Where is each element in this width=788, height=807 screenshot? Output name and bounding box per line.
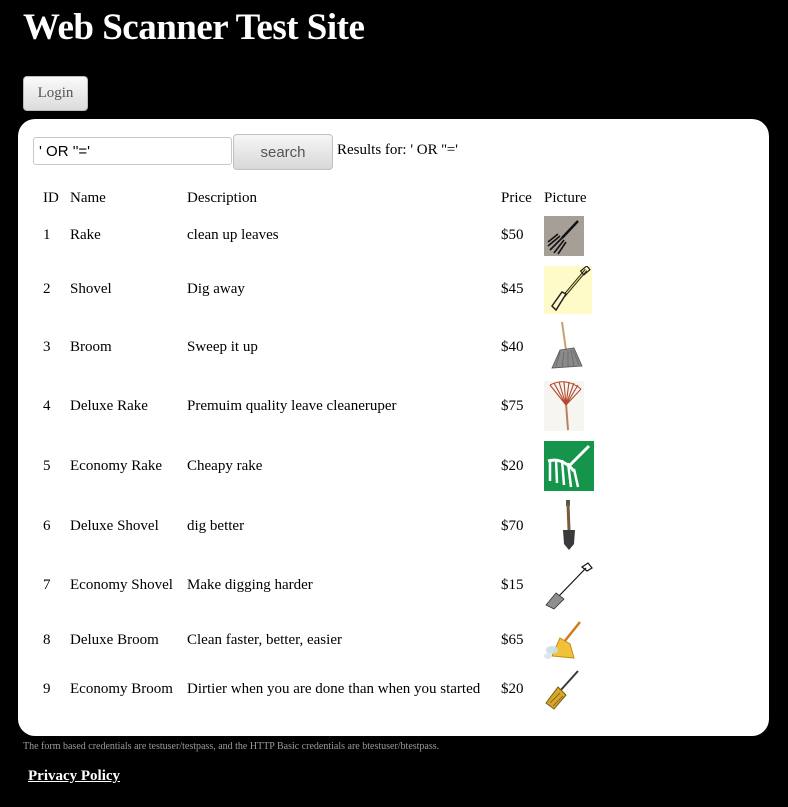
cell-name: Broom — [70, 338, 112, 355]
search-button[interactable]: search — [233, 134, 333, 170]
table-row: 2 Shovel Dig away $45 — [43, 264, 604, 315]
fan-rake-icon — [544, 381, 584, 431]
cartoon-broom-icon — [544, 620, 584, 660]
cell-price: $70 — [501, 517, 524, 534]
cell-id: 9 — [43, 681, 51, 697]
rake-icon — [544, 215, 584, 256]
privacy-policy-link[interactable]: Privacy Policy — [28, 768, 120, 785]
cell-description: Dig away — [187, 281, 245, 297]
cell-price: $20 — [501, 681, 524, 697]
login-button[interactable]: Login — [23, 76, 88, 111]
header-picture: Picture — [544, 189, 587, 206]
spade-icon — [544, 500, 584, 552]
cell-id: 1 — [43, 227, 51, 243]
search-input[interactable] — [33, 137, 232, 165]
table-row: 3 Broom Sweep it up $40 — [43, 315, 604, 379]
green-rake-icon — [544, 441, 594, 491]
cell-id: 8 — [43, 631, 51, 648]
cell-name: Deluxe Broom — [70, 631, 159, 648]
table-row: 5 Economy Rake Cheapy rake $20 — [43, 433, 604, 499]
cell-name: Rake — [70, 227, 101, 243]
cell-price: $20 — [501, 457, 524, 474]
site-title: Web Scanner Test Site — [23, 7, 365, 48]
cell-name: Deluxe Rake — [70, 397, 148, 414]
small-broom-icon — [544, 668, 582, 711]
cell-price: $40 — [501, 338, 524, 355]
shovel-icon — [544, 265, 592, 314]
cell-description: Make digging harder — [187, 577, 313, 593]
table-row: 9 Economy Broom Dirtier when you are don… — [43, 662, 604, 717]
results-label: Results for: ' OR ''=' — [337, 142, 458, 158]
header-name: Name — [70, 189, 106, 206]
broom-icon — [544, 322, 584, 372]
content-panel: search Results for: ' OR ''=' ID Name De… — [18, 119, 769, 736]
cell-price: $65 — [501, 631, 524, 648]
table-header-row: ID Name Description Price Picture — [43, 189, 604, 207]
cell-id: 2 — [43, 281, 51, 297]
cell-id: 3 — [43, 338, 51, 355]
cell-price: $75 — [501, 397, 524, 414]
cell-description: dig better — [187, 517, 245, 534]
cell-id: 5 — [43, 457, 51, 474]
cell-name: Shovel — [70, 281, 112, 297]
cell-id: 7 — [43, 577, 51, 593]
cell-description: Sweep it up — [187, 338, 258, 355]
products-table: ID Name Description Price Picture 1 Rake… — [43, 189, 604, 717]
cell-description: Clean faster, better, easier — [187, 631, 342, 648]
cell-price: $45 — [501, 281, 524, 297]
cell-id: 4 — [43, 397, 51, 414]
cell-description: clean up leaves — [187, 227, 279, 243]
cell-name: Economy Shovel — [70, 577, 173, 593]
cell-name: Economy Rake — [70, 457, 163, 474]
cell-id: 6 — [43, 517, 51, 534]
cell-price: $15 — [501, 577, 524, 593]
cell-description: Cheapy rake — [187, 457, 263, 474]
table-row: 6 Deluxe Shovel dig better $70 — [43, 499, 604, 553]
credentials-note: The form based credentials are testuser/… — [23, 741, 440, 752]
cell-name: Deluxe Shovel — [70, 517, 159, 534]
cell-description: Premuim quality leave cleaneruper — [187, 397, 397, 414]
cell-price: $50 — [501, 227, 524, 243]
table-row: 4 Deluxe Rake Premuim quality leave clea… — [43, 379, 604, 433]
header-id: ID — [43, 189, 59, 206]
cell-description: Dirtier when you are done than when you … — [187, 681, 481, 697]
header-description: Description — [187, 189, 257, 206]
shovel-line-icon — [544, 560, 594, 611]
header-price: Price — [501, 189, 532, 206]
cell-name: Economy Broom — [70, 681, 173, 697]
table-row: 8 Deluxe Broom Clean faster, better, eas… — [43, 618, 604, 662]
table-row: 7 Economy Shovel Make digging harder $15 — [43, 553, 604, 618]
table-row: 1 Rake clean up leaves $50 — [43, 207, 604, 264]
